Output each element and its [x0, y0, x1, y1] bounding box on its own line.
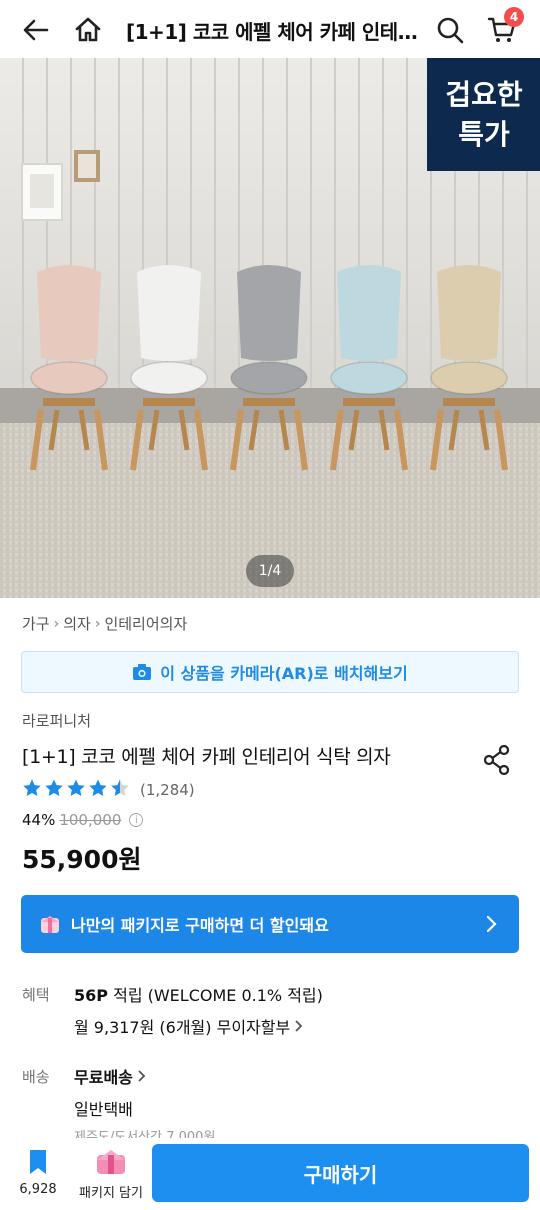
buy-button[interactable]: 구매하기: [152, 1144, 529, 1202]
shipping-type-link[interactable]: 무료배송: [74, 1064, 147, 1088]
review-count: (1,284): [140, 781, 195, 799]
points-info: 56P 적립 (WELCOME 0.1% 적립): [74, 982, 323, 1006]
bookmark-button[interactable]: 6,928: [12, 1148, 64, 1197]
gift-box-icon: [41, 916, 59, 933]
breadcrumb: 가구 › 의자 › 인테리어의자: [22, 613, 187, 634]
home-icon[interactable]: [68, 10, 108, 50]
breadcrumb-item[interactable]: 의자: [63, 613, 91, 634]
chevron-right-icon: ›: [53, 615, 60, 632]
breadcrumb-item[interactable]: 가구: [22, 613, 50, 634]
benefit-label: 혜택: [22, 986, 50, 1004]
installment-text: 월 9,317원 (6개월) 무이자할부: [74, 1018, 291, 1037]
bottom-action-bar: 6,928 패키지 담기 구매하기: [0, 1138, 540, 1210]
star-rating-icons: [22, 778, 130, 802]
back-arrow-icon[interactable]: [16, 10, 56, 50]
image-counter: 1/4: [246, 555, 294, 587]
product-title: [1+1] 코코 에펠 체어 카페 인테리어 식탁 의자: [22, 746, 391, 768]
ar-view-button[interactable]: 이 상품을 카메라(AR)로 배치해보기: [21, 651, 519, 693]
badge-line2: 특가: [458, 118, 510, 151]
info-icon[interactable]: i: [129, 813, 144, 827]
package-banner-label: 나만의 패키지로 구매하면 더 할인돼요: [71, 916, 329, 935]
ar-view-label: 이 상품을 카메라(AR)로 배치해보기: [160, 664, 408, 683]
top-bar: [1+1] 코코 에펠 체어 카페 인테... 4: [0, 0, 540, 60]
star-icon: [22, 778, 42, 802]
original-price: 100,000: [59, 811, 122, 829]
package-banner[interactable]: 나만의 패키지로 구매하면 더 할인돼요: [21, 895, 519, 953]
cart-count-badge: 4: [504, 7, 524, 27]
star-icon: [110, 778, 130, 802]
badge-line1: 겁요한: [445, 78, 523, 111]
chevron-right-icon: [295, 1020, 303, 1032]
points-value: 56P: [74, 986, 108, 1005]
chevron-right-icon: ›: [94, 615, 101, 632]
shipping-type: 무료배송: [74, 1068, 133, 1087]
star-icon: [66, 778, 86, 802]
discount-rate: 44%: [22, 811, 56, 829]
chevron-right-icon: [486, 915, 497, 933]
installment-link[interactable]: 월 9,317원 (6개월) 무이자할부: [74, 1014, 304, 1038]
search-icon[interactable]: [430, 10, 470, 50]
discount-row: 44% 100,000 i: [22, 811, 144, 829]
shipping-method: 일반택배: [74, 1100, 133, 1119]
add-to-package-button[interactable]: 패키지 담기: [76, 1146, 146, 1201]
points-suffix: 적립 (WELCOME 0.1% 적립): [113, 986, 323, 1005]
product-image[interactable]: 겁요한 특가: [0, 58, 540, 598]
rating-stars[interactable]: (1,284): [22, 778, 195, 802]
gift-box-icon: [97, 1150, 125, 1174]
star-icon: [88, 778, 108, 802]
bookmark-icon: [30, 1150, 46, 1174]
shipping-label: 배송: [22, 1068, 50, 1086]
page-title: [1+1] 코코 에펠 체어 카페 인테...: [126, 20, 418, 44]
camera-icon: [133, 664, 152, 680]
star-icon: [44, 778, 64, 802]
bookmark-count: 6,928: [19, 1182, 57, 1197]
sale-price: 55,900원: [22, 845, 142, 874]
breadcrumb-item[interactable]: 인테리어의자: [104, 613, 187, 634]
seller-name[interactable]: 라로퍼니처: [22, 710, 91, 731]
add-to-package-label: 패키지 담기: [79, 1186, 143, 1201]
share-icon[interactable]: [482, 744, 512, 780]
chevron-right-icon: [138, 1070, 146, 1082]
